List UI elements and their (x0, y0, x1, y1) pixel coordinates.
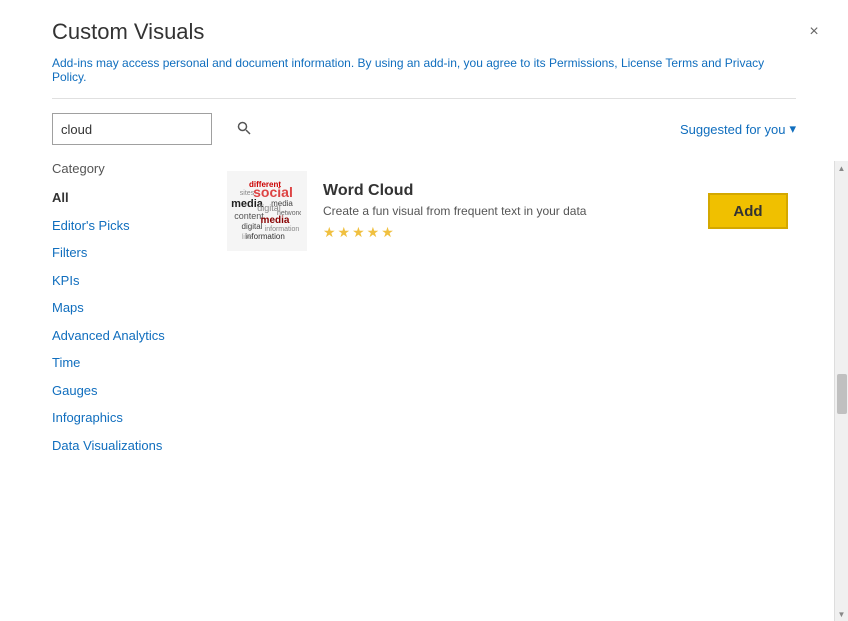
sidebar-item-maps[interactable]: Maps (52, 294, 197, 322)
word-cloud-image: different sites social media media digit… (227, 171, 307, 251)
search-icon-button[interactable] (237, 121, 251, 138)
result-description: Create a fun visual from frequent text i… (323, 204, 692, 218)
scrollbar-track: ▲ ▼ (834, 161, 848, 621)
suggested-label: Suggested for you (680, 122, 786, 137)
custom-visuals-dialog: Custom Visuals × Add-ins may access pers… (0, 0, 848, 621)
search-row: Suggested for you ▾ (0, 99, 848, 161)
category-label: Category (52, 161, 197, 176)
sidebar-item-advanced-analytics[interactable]: Advanced Analytics (52, 322, 197, 350)
chevron-down-icon: ▾ (789, 121, 796, 137)
scroll-up-arrow[interactable]: ▲ (835, 161, 848, 175)
results-area: different sites social media media digit… (207, 161, 848, 621)
search-icon (237, 121, 251, 135)
svg-text:media: media (261, 215, 290, 226)
result-title: Word Cloud (323, 182, 692, 200)
sidebar-item-filters[interactable]: Filters (52, 239, 197, 267)
result-rating: ★★★★★ (323, 224, 692, 241)
suggested-dropdown[interactable]: Suggested for you ▾ (680, 121, 796, 137)
sidebar-item-infographics[interactable]: Infographics (52, 404, 197, 432)
main-content: Category All Editor's Picks Filters KPIs… (0, 161, 848, 621)
sidebar-item-time[interactable]: Time (52, 349, 197, 377)
dialog-title: Custom Visuals (52, 19, 204, 45)
search-box[interactable] (52, 113, 212, 145)
add-button[interactable]: Add (708, 193, 788, 229)
info-text: Add-ins may access personal and document… (52, 56, 764, 84)
svg-text:like: like (242, 234, 253, 241)
search-input[interactable] (61, 122, 237, 137)
result-card: different sites social media media digit… (217, 161, 848, 261)
title-bar: Custom Visuals × (0, 0, 848, 56)
result-info: Word Cloud Create a fun visual from freq… (323, 182, 692, 241)
scrollbar-middle (837, 175, 847, 607)
sidebar-item-all[interactable]: All (52, 184, 197, 212)
sidebar-item-gauges[interactable]: Gauges (52, 377, 197, 405)
sidebar: Category All Editor's Picks Filters KPIs… (52, 161, 207, 621)
close-button[interactable]: × (800, 18, 828, 46)
visual-thumbnail: different sites social media media digit… (227, 171, 307, 251)
svg-text:digital: digital (242, 222, 263, 231)
sidebar-item-kpis[interactable]: KPIs (52, 267, 197, 295)
scroll-down-arrow[interactable]: ▼ (835, 607, 848, 621)
info-bar: Add-ins may access personal and document… (0, 56, 848, 98)
sidebar-item-editors-picks[interactable]: Editor's Picks (52, 212, 197, 240)
sidebar-item-data-visualizations[interactable]: Data Visualizations (52, 432, 197, 460)
scrollbar-thumb[interactable] (837, 374, 847, 414)
